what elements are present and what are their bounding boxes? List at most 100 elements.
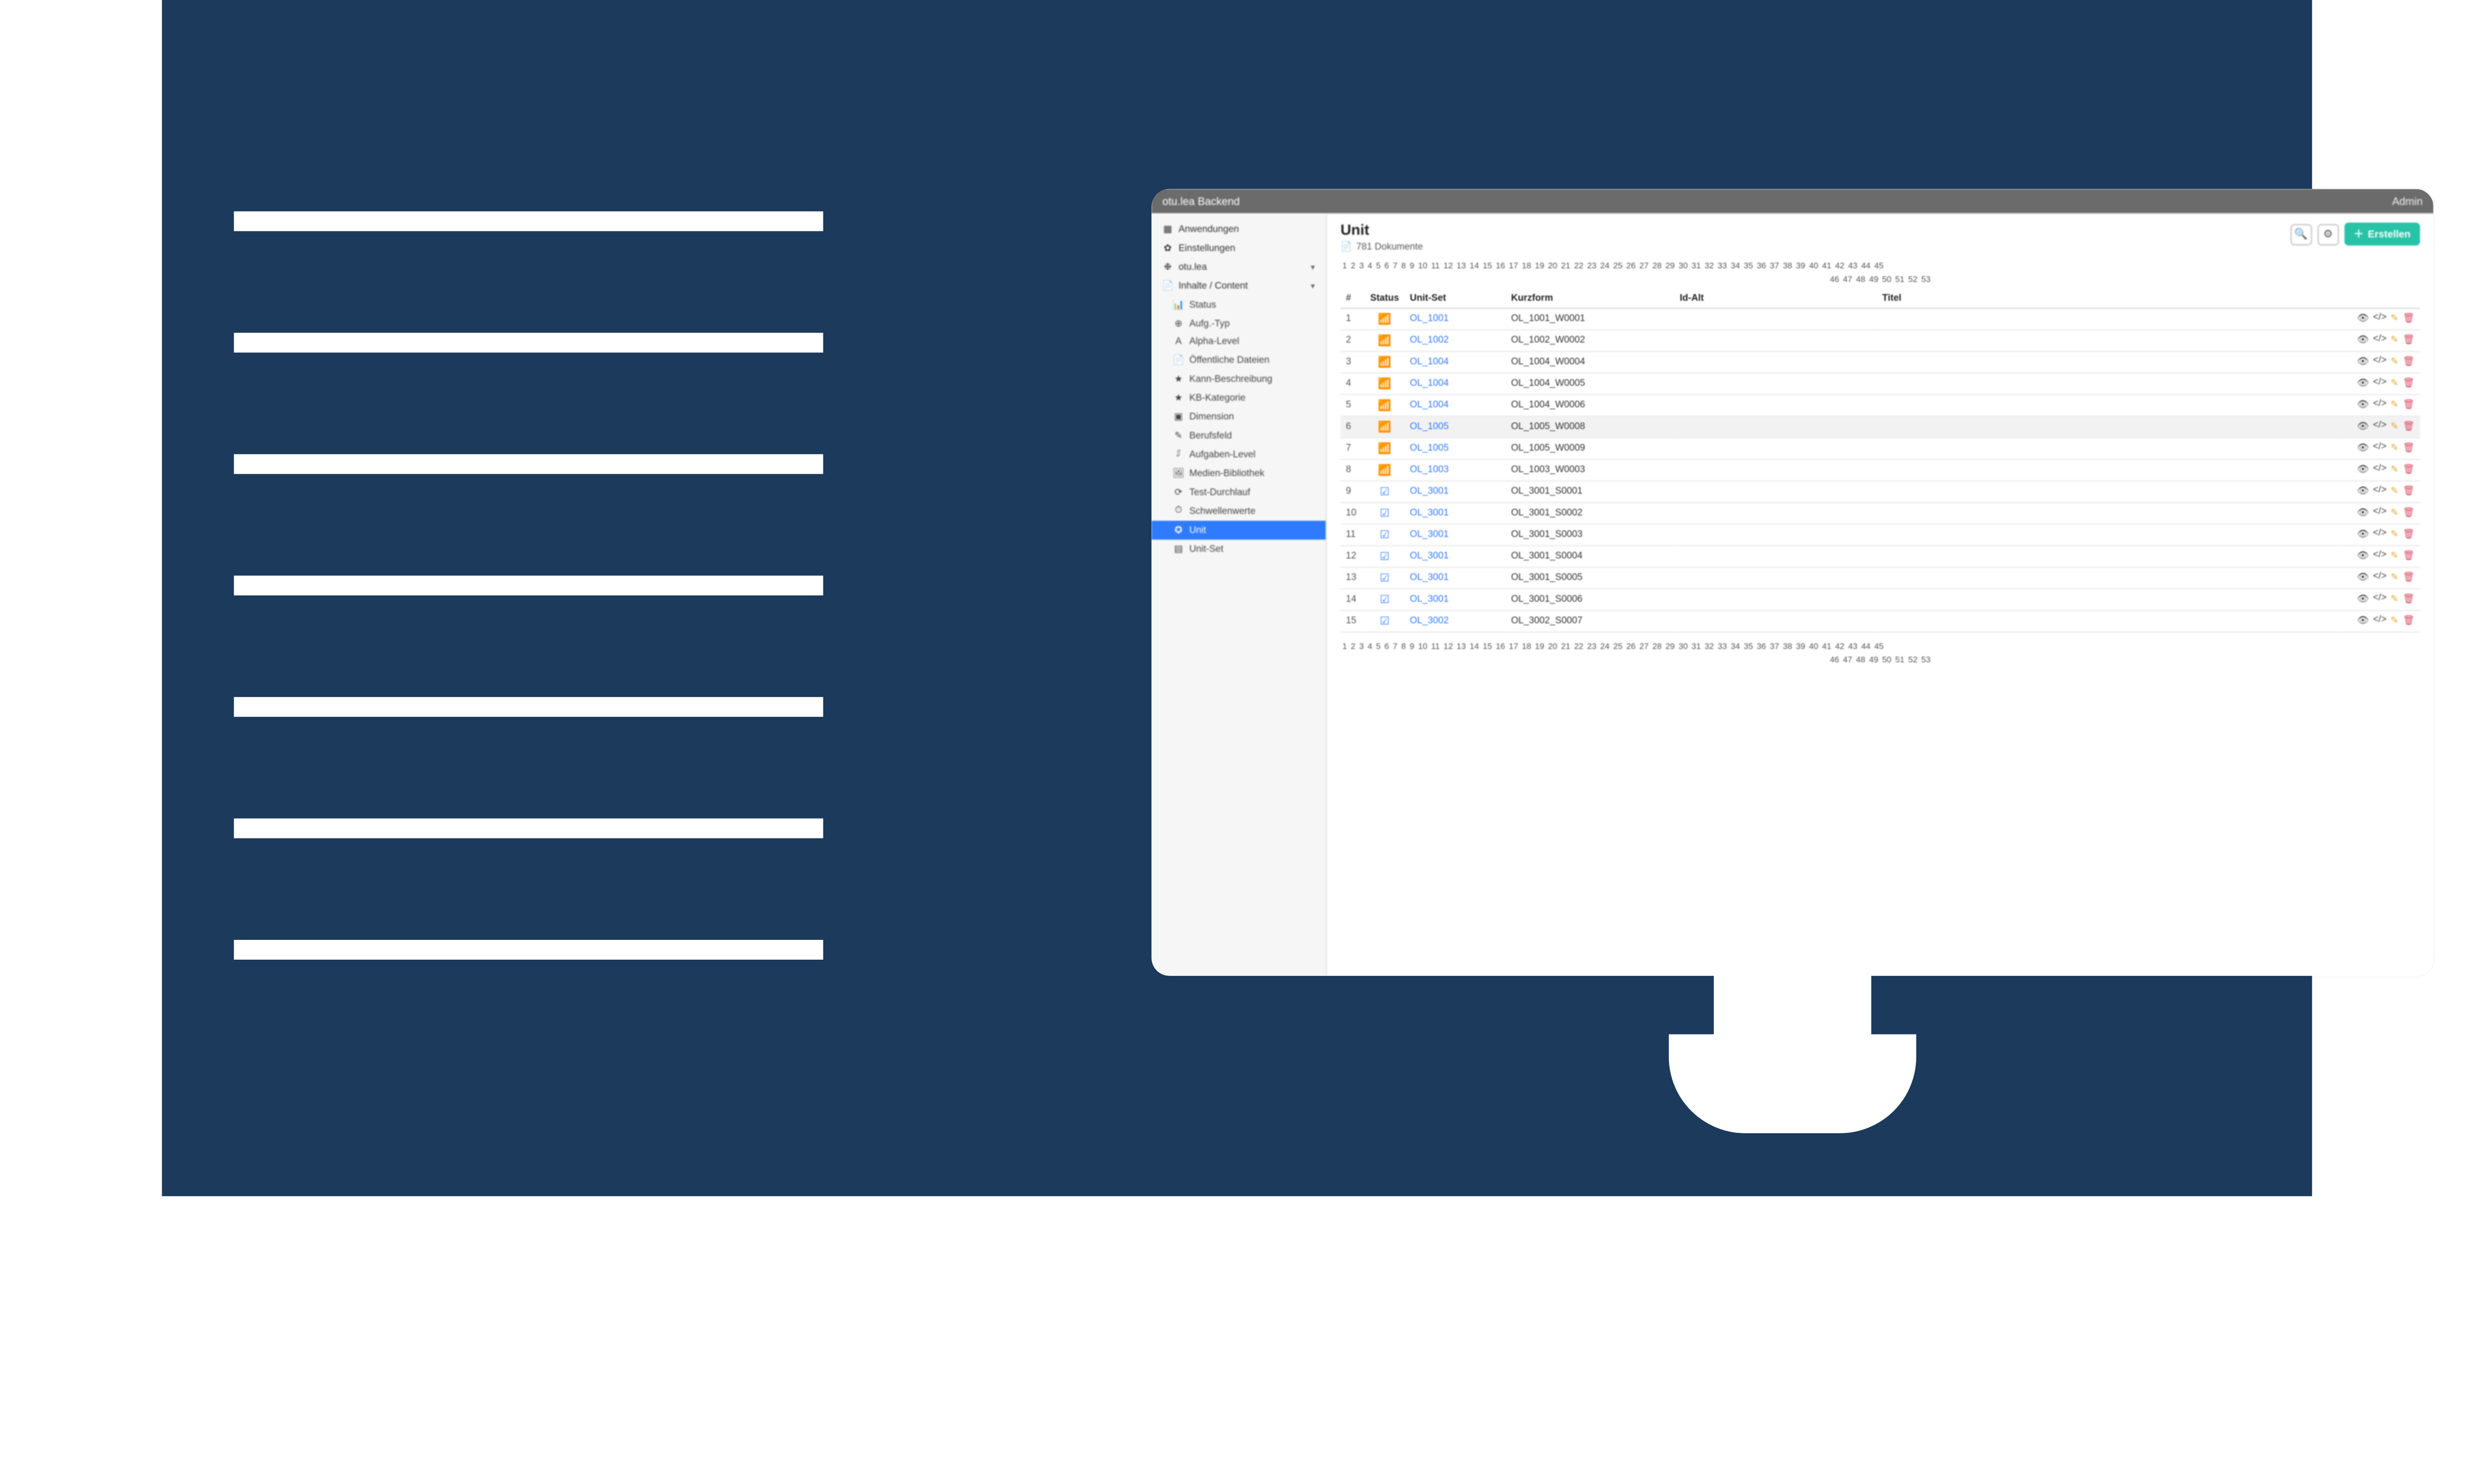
edit-icon[interactable]: ✎ — [2391, 594, 2399, 605]
col-id-alt[interactable]: Id-Alt — [1674, 290, 1877, 308]
settings-button[interactable]: ⚙ — [2317, 223, 2339, 245]
view-icon[interactable]: 👁 — [2357, 529, 2369, 540]
page-link[interactable]: 47 — [1841, 654, 1854, 667]
page-link[interactable]: 17 — [1507, 260, 1520, 274]
page-link[interactable]: 45 — [1872, 641, 1885, 654]
page-link[interactable]: 18 — [1520, 260, 1533, 274]
table-row[interactable]: 9☑OL_3001OL_3001_S0001👁</>✎🗑 — [1340, 481, 2420, 503]
cell-unit-set[interactable]: OL_3001 — [1404, 567, 1506, 589]
page-link[interactable]: 42 — [1833, 641, 1846, 654]
page-link[interactable]: 29 — [1664, 641, 1676, 654]
page-link[interactable]: 40 — [1807, 641, 1820, 654]
page-link[interactable]: 28 — [1651, 260, 1664, 274]
code-icon[interactable]: </> — [2373, 616, 2387, 627]
page-link[interactable]: 41 — [1820, 260, 1833, 274]
page-link[interactable]: 26 — [1624, 641, 1637, 654]
delete-icon[interactable]: 🗑 — [2403, 551, 2415, 562]
page-link[interactable]: 52 — [1906, 654, 1919, 667]
sidebar-item-unit-set[interactable]: ▤Unit-Set — [1151, 540, 1326, 558]
table-row[interactable]: 4📶OL_1004OL_1004_W0005👁</>✎🗑 — [1340, 373, 2420, 395]
page-link[interactable]: 9 — [1408, 260, 1416, 274]
edit-icon[interactable]: ✎ — [2391, 616, 2399, 627]
page-link[interactable]: 34 — [1729, 260, 1742, 274]
page-link[interactable]: 17 — [1507, 641, 1520, 654]
view-icon[interactable]: 👁 — [2357, 421, 2369, 432]
edit-icon[interactable]: ✎ — [2391, 443, 2399, 454]
cell-unit-set[interactable]: OL_1002 — [1404, 329, 1506, 351]
cell-unit-set[interactable]: OL_3001 — [1404, 524, 1506, 546]
edit-icon[interactable]: ✎ — [2391, 464, 2399, 475]
page-link[interactable]: 15 — [1481, 260, 1494, 274]
page-link[interactable]: 36 — [1755, 641, 1768, 654]
delete-icon[interactable]: 🗑 — [2403, 443, 2415, 454]
page-link[interactable]: 51 — [1893, 654, 1906, 667]
code-icon[interactable]: </> — [2373, 572, 2387, 583]
delete-icon[interactable]: 🗑 — [2403, 572, 2415, 583]
sidebar-item-aufg-typ[interactable]: ⊕Aufg.-Typ — [1151, 314, 1326, 333]
col-unit-set[interactable]: Unit-Set — [1404, 290, 1506, 308]
page-link[interactable]: 40 — [1807, 260, 1820, 274]
page-link[interactable]: 12 — [1442, 641, 1455, 654]
edit-icon[interactable]: ✎ — [2391, 529, 2399, 540]
page-link[interactable]: 6 — [1382, 641, 1391, 654]
cell-unit-set[interactable]: OL_1005 — [1404, 438, 1506, 460]
sidebar-item-status[interactable]: 📊Status — [1151, 295, 1326, 314]
page-link[interactable]: 30 — [1676, 260, 1689, 274]
edit-icon[interactable]: ✎ — [2391, 378, 2399, 389]
page-link[interactable]: 44 — [1859, 260, 1872, 274]
page-link[interactable]: 32 — [1703, 641, 1715, 654]
cell-unit-set[interactable]: OL_3001 — [1404, 546, 1506, 567]
page-link[interactable]: 13 — [1455, 260, 1468, 274]
view-icon[interactable]: 👁 — [2357, 594, 2369, 605]
code-icon[interactable]: </> — [2373, 378, 2387, 389]
edit-icon[interactable]: ✎ — [2391, 508, 2399, 518]
sidebar-item-einstellungen[interactable]: ✿Einstellungen — [1151, 239, 1326, 258]
view-icon[interactable]: 👁 — [2357, 378, 2369, 389]
sidebar-item-medien-bibliothek[interactable]: 🖼Medien-Bibliothek — [1151, 464, 1326, 483]
page-link[interactable]: 26 — [1624, 260, 1637, 274]
page-link[interactable]: 21 — [1559, 260, 1572, 274]
page-link[interactable]: 7 — [1391, 641, 1399, 654]
table-row[interactable]: 7📶OL_1005OL_1005_W0009👁</>✎🗑 — [1340, 438, 2420, 460]
view-icon[interactable]: 👁 — [2357, 551, 2369, 562]
page-link[interactable]: 36 — [1755, 260, 1768, 274]
page-link[interactable]: 42 — [1833, 260, 1846, 274]
page-link[interactable]: 20 — [1546, 260, 1559, 274]
table-row[interactable]: 14☑OL_3001OL_3001_S0006👁</>✎🗑 — [1340, 589, 2420, 610]
delete-icon[interactable]: 🗑 — [2403, 335, 2415, 346]
page-link[interactable]: 24 — [1598, 260, 1611, 274]
delete-icon[interactable]: 🗑 — [2403, 314, 2415, 325]
page-link[interactable]: 45 — [1872, 260, 1885, 274]
page-link[interactable]: 20 — [1546, 641, 1559, 654]
sidebar-item-schwellenwerte[interactable]: ⏱Schwellenwerte — [1151, 502, 1326, 521]
cell-unit-set[interactable]: OL_1001 — [1404, 308, 1506, 330]
page-link[interactable]: 16 — [1494, 260, 1507, 274]
page-link[interactable]: 16 — [1494, 641, 1507, 654]
page-link[interactable]: 46 — [1828, 654, 1841, 667]
page-link[interactable]: 33 — [1716, 641, 1729, 654]
sidebar-item-unit[interactable]: ✪Unit — [1151, 521, 1326, 540]
edit-icon[interactable]: ✎ — [2391, 314, 2399, 325]
view-icon[interactable]: 👁 — [2357, 335, 2369, 346]
delete-icon[interactable]: 🗑 — [2403, 400, 2415, 411]
code-icon[interactable]: </> — [2373, 594, 2387, 605]
page-link[interactable]: 13 — [1455, 641, 1468, 654]
view-icon[interactable]: 👁 — [2357, 616, 2369, 627]
page-link[interactable]: 22 — [1572, 641, 1585, 654]
page-link[interactable]: 48 — [1854, 654, 1867, 667]
delete-icon[interactable]: 🗑 — [2403, 529, 2415, 540]
code-icon[interactable]: </> — [2373, 357, 2387, 368]
page-link[interactable]: 10 — [1416, 260, 1429, 274]
page-link[interactable]: 1 — [1340, 260, 1349, 274]
code-icon[interactable]: </> — [2373, 529, 2387, 540]
sidebar-item-aufgaben-level[interactable]: ⎎Aufgaben-Level — [1151, 445, 1326, 464]
view-icon[interactable]: 👁 — [2357, 572, 2369, 583]
cell-unit-set[interactable]: OL_1004 — [1404, 373, 1506, 395]
delete-icon[interactable]: 🗑 — [2403, 616, 2415, 627]
page-link[interactable]: 27 — [1637, 641, 1650, 654]
page-link[interactable]: 7 — [1391, 260, 1399, 274]
page-link[interactable]: 3 — [1357, 641, 1366, 654]
page-link[interactable]: 41 — [1820, 641, 1833, 654]
page-link[interactable]: 18 — [1520, 641, 1533, 654]
page-link[interactable]: 11 — [1429, 260, 1441, 274]
